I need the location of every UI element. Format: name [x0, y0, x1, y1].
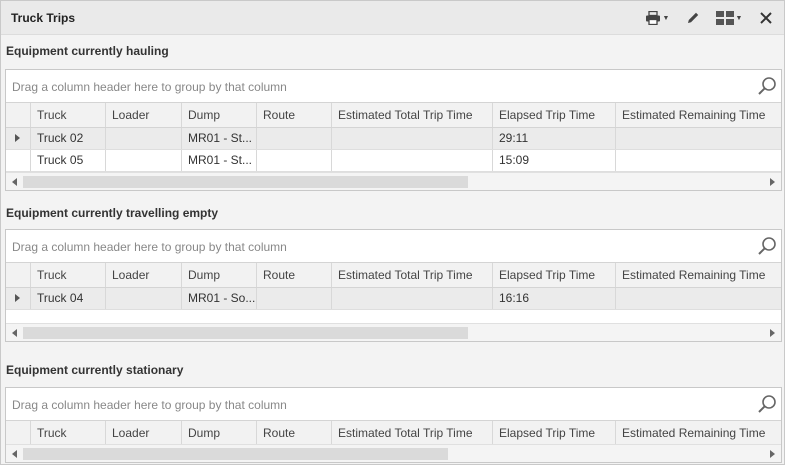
- column-header-estimated-remaining-time[interactable]: Estimated Remaining Time: [616, 263, 781, 287]
- cell-loader[interactable]: [106, 128, 182, 149]
- scroll-left-arrow-icon[interactable]: [12, 450, 17, 458]
- chevron-down-icon: ▼: [662, 14, 670, 22]
- section-label-travelling-empty: Equipment currently travelling empty: [6, 206, 219, 220]
- cell-truck[interactable]: Truck 04: [31, 288, 106, 309]
- scroll-right-arrow-icon[interactable]: [770, 450, 775, 458]
- row-indicator-header: [6, 263, 31, 287]
- pencil-icon: [688, 12, 699, 23]
- group-by-panel[interactable]: Drag a column header here to group by th…: [6, 70, 781, 103]
- group-by-panel[interactable]: Drag a column header here to group by th…: [6, 230, 781, 263]
- column-header-loader[interactable]: Loader: [106, 263, 182, 287]
- horizontal-scrollbar[interactable]: [6, 172, 781, 190]
- title-bar: Truck Trips ▼ ▼: [1, 1, 784, 35]
- grid-travelling-empty: Drag a column header here to group by th…: [5, 229, 782, 342]
- cell-estimated-total-trip-time[interactable]: [332, 150, 493, 171]
- table-row[interactable]: Truck 04 MR01 - So... 16:16: [6, 288, 781, 310]
- section-label-stationary: Equipment currently stationary: [6, 363, 184, 377]
- row-indicator-header: [6, 103, 31, 127]
- cell-dump[interactable]: MR01 - So...: [182, 288, 257, 309]
- chevron-down-icon: ▼: [735, 14, 743, 22]
- row-indicator: [6, 150, 31, 171]
- close-button[interactable]: [756, 8, 776, 28]
- group-by-hint: Drag a column header here to group by th…: [12, 240, 287, 254]
- group-by-hint: Drag a column header here to group by th…: [12, 80, 287, 94]
- cell-route[interactable]: [257, 150, 332, 171]
- scrollbar-thumb[interactable]: [23, 327, 468, 339]
- row-indicator-header: [6, 421, 31, 445]
- column-header-dump[interactable]: Dump: [182, 103, 257, 127]
- column-header-estimated-remaining-time[interactable]: Estimated Remaining Time: [616, 103, 781, 127]
- cell-estimated-remaining-time[interactable]: [616, 128, 781, 149]
- cell-truck[interactable]: Truck 02: [31, 128, 106, 149]
- grid-hauling: Drag a column header here to group by th…: [5, 69, 782, 191]
- table-row[interactable]: Truck 05 MR01 - St... 15:09: [6, 150, 781, 172]
- column-header-elapsed-trip-time[interactable]: Elapsed Trip Time: [493, 103, 616, 127]
- row-focus-arrow-icon: [15, 134, 20, 142]
- cell-truck[interactable]: Truck 05: [31, 150, 106, 171]
- search-icon[interactable]: [757, 76, 777, 96]
- cell-elapsed-trip-time[interactable]: 29:11: [493, 128, 616, 149]
- cell-estimated-remaining-time[interactable]: [616, 288, 781, 309]
- printer-icon: [645, 11, 660, 25]
- cell-dump[interactable]: MR01 - St...: [182, 150, 257, 171]
- scroll-right-arrow-icon[interactable]: [770, 178, 775, 186]
- cell-dump[interactable]: MR01 - St...: [182, 128, 257, 149]
- cell-estimated-remaining-time[interactable]: [616, 150, 781, 171]
- scroll-left-arrow-icon[interactable]: [12, 329, 17, 337]
- column-header-route[interactable]: Route: [257, 421, 332, 445]
- edit-button[interactable]: [683, 8, 703, 28]
- cell-elapsed-trip-time[interactable]: 15:09: [493, 150, 616, 171]
- layout-button[interactable]: ▼: [714, 8, 744, 28]
- cell-route[interactable]: [257, 128, 332, 149]
- column-header-truck[interactable]: Truck: [31, 263, 106, 287]
- search-icon[interactable]: [757, 394, 777, 414]
- search-icon[interactable]: [757, 236, 777, 256]
- cell-estimated-total-trip-time[interactable]: [332, 128, 493, 149]
- horizontal-scrollbar[interactable]: [6, 323, 781, 341]
- column-header-dump[interactable]: Dump: [182, 263, 257, 287]
- close-icon: [760, 12, 772, 24]
- row-indicator: [6, 288, 31, 309]
- column-header-estimated-total-trip-time[interactable]: Estimated Total Trip Time: [332, 263, 493, 287]
- column-header-elapsed-trip-time[interactable]: Elapsed Trip Time: [493, 263, 616, 287]
- column-header-estimated-total-trip-time[interactable]: Estimated Total Trip Time: [332, 421, 493, 445]
- group-by-hint: Drag a column header here to group by th…: [12, 398, 287, 412]
- column-header-row: Truck Loader Dump Route Estimated Total …: [6, 263, 781, 288]
- column-header-route[interactable]: Route: [257, 263, 332, 287]
- panel-title: Truck Trips: [11, 11, 76, 25]
- row-focus-arrow-icon: [15, 294, 20, 302]
- column-header-route[interactable]: Route: [257, 103, 332, 127]
- row-indicator: [6, 128, 31, 149]
- column-header-loader[interactable]: Loader: [106, 421, 182, 445]
- scrollbar-thumb[interactable]: [23, 448, 448, 460]
- column-header-truck[interactable]: Truck: [31, 103, 106, 127]
- cell-route[interactable]: [257, 288, 332, 309]
- cell-loader[interactable]: [106, 288, 182, 309]
- scroll-right-arrow-icon[interactable]: [770, 329, 775, 337]
- horizontal-scrollbar[interactable]: [6, 444, 781, 462]
- column-header-dump[interactable]: Dump: [182, 421, 257, 445]
- column-header-estimated-remaining-time[interactable]: Estimated Remaining Time: [616, 421, 781, 445]
- column-header-row: Truck Loader Dump Route Estimated Total …: [6, 421, 781, 446]
- group-by-panel[interactable]: Drag a column header here to group by th…: [6, 388, 781, 421]
- scroll-left-arrow-icon[interactable]: [12, 178, 17, 186]
- section-label-hauling: Equipment currently hauling: [6, 44, 169, 58]
- print-button[interactable]: ▼: [642, 8, 672, 28]
- column-header-loader[interactable]: Loader: [106, 103, 182, 127]
- table-row[interactable]: Truck 02 MR01 - St... 29:11: [6, 128, 781, 150]
- cell-elapsed-trip-time[interactable]: 16:16: [493, 288, 616, 309]
- column-header-elapsed-trip-time[interactable]: Elapsed Trip Time: [493, 421, 616, 445]
- column-header-estimated-total-trip-time[interactable]: Estimated Total Trip Time: [332, 103, 493, 127]
- cell-loader[interactable]: [106, 150, 182, 171]
- column-header-truck[interactable]: Truck: [31, 421, 106, 445]
- cell-estimated-total-trip-time[interactable]: [332, 288, 493, 309]
- truck-trips-panel: Truck Trips ▼ ▼ Equipment currently haul…: [0, 0, 785, 465]
- grid-stationary: Drag a column header here to group by th…: [5, 387, 782, 463]
- layout-grid-icon: [715, 11, 734, 25]
- scrollbar-thumb[interactable]: [23, 176, 468, 188]
- column-header-row: Truck Loader Dump Route Estimated Total …: [6, 103, 781, 128]
